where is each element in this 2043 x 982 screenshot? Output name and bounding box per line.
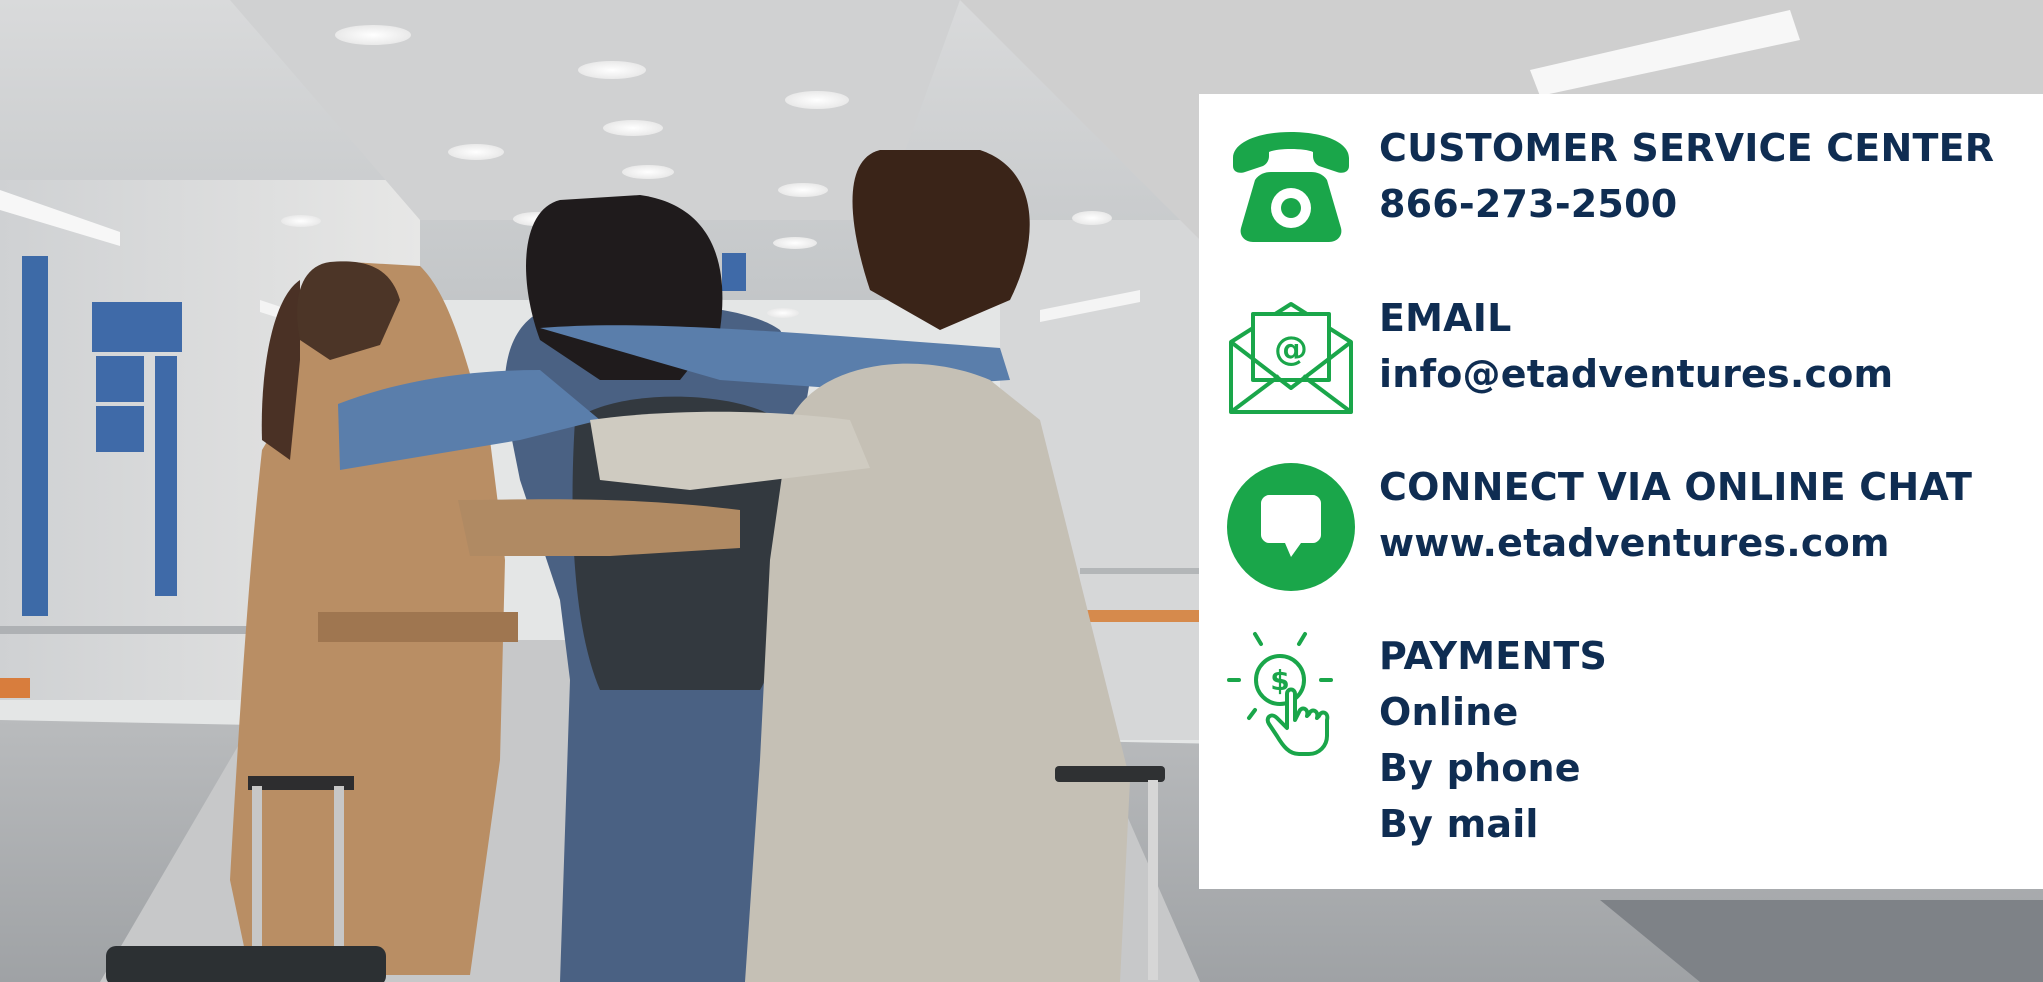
dollar-tap-icon: $ — [1227, 632, 1333, 756]
payment-option-phone: By phone — [1379, 746, 1581, 790]
svg-text:@: @ — [1274, 329, 1308, 369]
envelope-at-icon: @ — [1229, 302, 1353, 414]
online-chat-heading: CONNECT VIA ONLINE CHAT — [1379, 465, 1973, 509]
contact-banner: CUSTOMER SERVICE CENTER 866-273-2500 @ E… — [0, 0, 2043, 982]
customer-service-heading: CUSTOMER SERVICE CENTER — [1379, 126, 1995, 170]
chat-bubble-icon — [1227, 463, 1355, 591]
payments-heading: PAYMENTS — [1379, 634, 1608, 678]
contact-panel: CUSTOMER SERVICE CENTER 866-273-2500 @ E… — [1199, 94, 2043, 889]
email-heading: EMAIL — [1379, 296, 1512, 340]
phone-number[interactable]: 866-273-2500 — [1379, 176, 1994, 232]
payment-option-mail: By mail — [1379, 802, 1539, 846]
website-link[interactable]: www.etadventures.com — [1379, 515, 1972, 571]
telephone-icon — [1233, 132, 1349, 242]
payment-option-online: Online — [1379, 690, 1519, 734]
email-address-link[interactable]: info@etadventures.com — [1379, 346, 1893, 402]
